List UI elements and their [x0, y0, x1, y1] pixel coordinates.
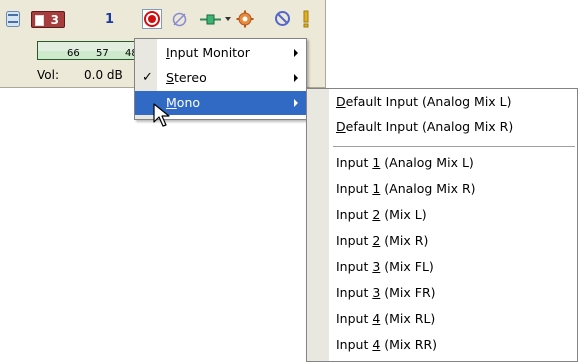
submenu-arrow-icon: [294, 99, 298, 107]
level-meter: 66 57 48: [37, 41, 137, 60]
submenu-item-input[interactable]: Input 2 (Mix R): [307, 229, 577, 253]
menu-item-input-monitor[interactable]: Input Monitor: [135, 41, 306, 65]
submenu-arrow-icon: [294, 49, 298, 57]
check-icon: ✓: [142, 70, 153, 85]
submenu-item-input[interactable]: Input 1 (Analog Mix L): [307, 151, 577, 175]
submenu-item-input[interactable]: Input 2 (Mix L): [307, 203, 577, 227]
mute-icon[interactable]: [274, 10, 291, 27]
track-number: 1: [105, 12, 115, 27]
submenu-item-input[interactable]: Input 3 (Mix FR): [307, 281, 577, 305]
submenu-item-input[interactable]: Input 4 (Mix RR): [307, 333, 577, 357]
track-divider: [325, 0, 326, 87]
arm-record-icon[interactable]: [142, 9, 162, 29]
minimize-icon[interactable]: [6, 11, 20, 27]
submenu-item-default-input-l[interactable]: Default Input (Analog Mix L): [307, 90, 577, 114]
volume-value[interactable]: 0.0 dB: [84, 68, 123, 82]
solo-icon[interactable]: [300, 10, 312, 28]
mouse-pointer-icon: [153, 103, 173, 129]
submenu-item-input[interactable]: Input 3 (Mix FL): [307, 255, 577, 279]
menu-item-stereo[interactable]: ✓ Stereo: [135, 66, 306, 90]
mono-submenu: Default Input (Analog Mix L) Default Inp…: [306, 88, 578, 362]
insert-icon[interactable]: [199, 11, 233, 28]
submenu-item-input[interactable]: Input 4 (Mix RL): [307, 307, 577, 331]
menu-separator: [333, 146, 575, 147]
volume-label: Vol:: [37, 68, 59, 82]
track-color-button[interactable]: 3: [31, 11, 65, 28]
link-icon[interactable]: [171, 11, 188, 28]
submenu-arrow-icon: [294, 74, 298, 82]
submenu-item-default-input-r[interactable]: Default Input (Analog Mix R): [307, 115, 577, 139]
submenu-item-input[interactable]: Input 1 (Analog Mix R): [307, 177, 577, 201]
fx-icon[interactable]: [236, 10, 254, 28]
track-color-label: 3: [50, 13, 59, 27]
meter-label: 57: [96, 48, 109, 59]
meter-label: 66: [67, 48, 80, 59]
